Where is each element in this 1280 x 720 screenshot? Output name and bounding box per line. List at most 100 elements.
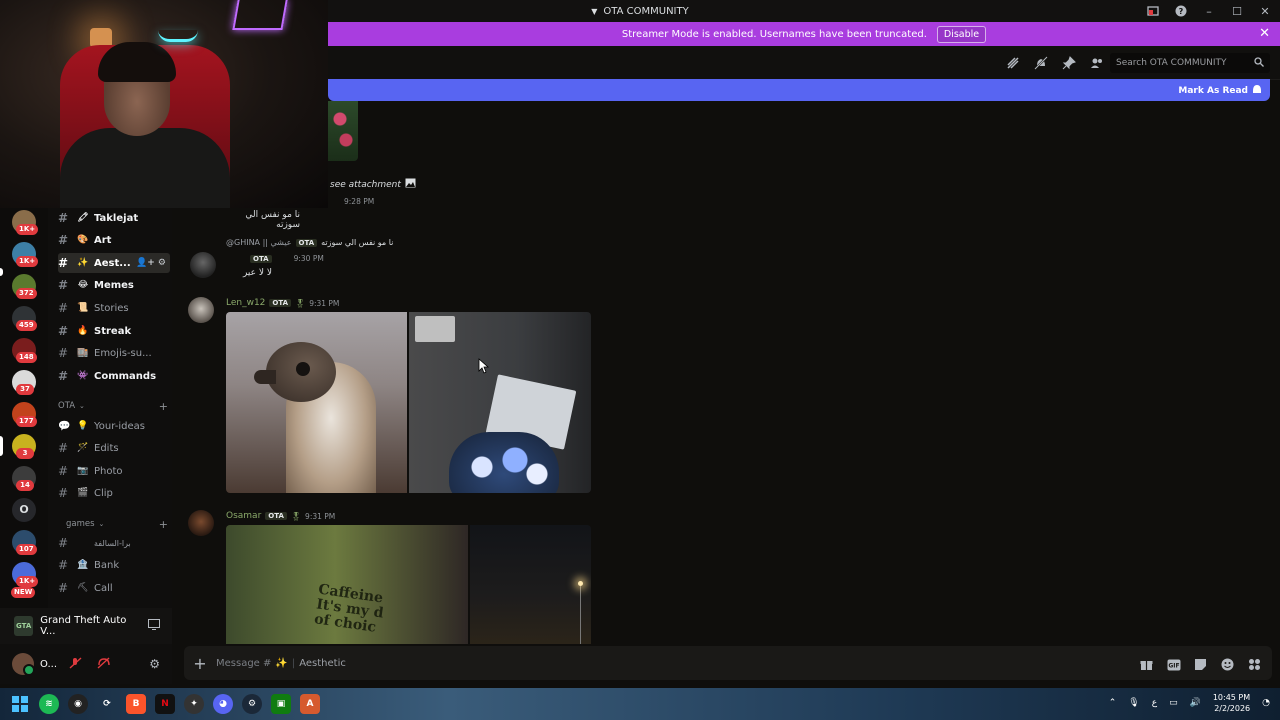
windows-start-icon[interactable] (10, 694, 30, 714)
inbox-icon[interactable] (1146, 4, 1160, 18)
chevron-up-icon[interactable]: ⌃ (1109, 698, 1117, 708)
falcon-image[interactable] (226, 312, 407, 493)
avatar[interactable] (190, 252, 216, 278)
screen-share-icon[interactable] (148, 619, 160, 633)
message-composer[interactable]: + Message # ✨ | Aesthetic GIF (184, 646, 1272, 680)
mention-badge: 14 (16, 480, 34, 491)
volume-icon[interactable]: 🔊 (1190, 698, 1201, 708)
member-list-icon[interactable] (1090, 55, 1104, 69)
user-settings-icon[interactable]: ⚙ (149, 657, 160, 671)
mic-muted-icon[interactable] (69, 656, 83, 672)
notification-muted-icon[interactable] (1034, 55, 1048, 70)
channel-call[interactable]: # ⛏ Call (58, 578, 170, 598)
channel-clip[interactable]: # 🎬 Clip (58, 483, 170, 503)
flowers-image[interactable] (409, 312, 591, 493)
emoji-icon[interactable] (1221, 656, 1235, 671)
channel-label: Bank (94, 559, 120, 571)
steelseries-icon[interactable]: ✦ (184, 694, 204, 714)
channel-aesthetic[interactable]: # ✨ Aest... 👤+ ⚙ (58, 253, 170, 273)
server-icon-letter[interactable]: O (12, 498, 36, 522)
search-placeholder: Search OTA COMMUNITY (1116, 58, 1227, 68)
language-indicator[interactable]: ع (1152, 698, 1157, 708)
streamer-mode-banner: Streamer Mode is enabled. Usernames have… (328, 22, 1280, 46)
apps-icon[interactable] (1248, 656, 1262, 670)
channel-art[interactable]: # 🎨 Art (58, 230, 170, 250)
chevron-down-icon: ▼ (591, 6, 598, 16)
message-text: نا مو نفس الي سوزته (245, 210, 300, 230)
clock[interactable]: 10:45 PM 2/2/2026 (1213, 692, 1250, 714)
add-channel-icon[interactable]: + (159, 518, 168, 531)
spotify-icon[interactable]: ≋ (39, 694, 59, 714)
channel-emoji: 🎨 (77, 235, 89, 245)
channel-streak[interactable]: # 🔥 Streak (58, 321, 170, 341)
gif-icon[interactable]: GIF (1167, 656, 1181, 671)
channel-taklejat[interactable]: # 🖍 Taklejat (58, 208, 170, 228)
mention-badge: 1K+ (16, 224, 39, 235)
mark-as-read-button[interactable]: Mark As Read (1178, 84, 1262, 97)
pin-icon[interactable] (1062, 55, 1076, 70)
channel-stories[interactable]: # 📜 Stories (58, 298, 170, 318)
sticker-icon[interactable] (1194, 656, 1208, 670)
channel-bara-alsalfa[interactable]: # برا-السالفة (58, 533, 170, 553)
category-ota[interactable]: OTA ⌄ + (58, 400, 168, 413)
search-input[interactable]: Search OTA COMMUNITY (1110, 53, 1270, 73)
discord-icon[interactable]: ◕ (213, 694, 233, 714)
night-street-image[interactable] (470, 525, 591, 644)
channel-emojis-suggestions[interactable]: # 🏬 Emojis-su... (58, 343, 170, 363)
channel-label: Art (94, 234, 112, 246)
network-icon[interactable]: ▭ (1169, 698, 1178, 708)
avatar[interactable] (188, 510, 214, 536)
brave-icon[interactable]: B (126, 694, 146, 714)
mark-as-read-label: Mark As Read (1178, 85, 1248, 96)
avatar[interactable] (188, 297, 214, 323)
coffee-cup-image[interactable]: Caffeine It's my d of choic (226, 525, 468, 644)
unread-pill (0, 268, 3, 276)
channel-your-ideas[interactable]: 💬 💡 Your-ideas (58, 416, 170, 436)
category-games[interactable]: games ⌄ + (58, 518, 168, 531)
close-banner-icon[interactable]: ✕ (1259, 26, 1270, 41)
threads-icon[interactable] (1006, 55, 1020, 69)
role-tag: OTA (265, 512, 287, 520)
username[interactable]: Len_w12 (226, 298, 265, 308)
timestamp: 9:31 PM (305, 511, 336, 521)
add-channel-icon[interactable]: + (159, 400, 168, 413)
obs-icon[interactable]: ◉ (68, 694, 88, 714)
deafen-icon[interactable] (97, 656, 111, 672)
webcam-overlay (0, 0, 328, 208)
channel-commands[interactable]: # 👾 Commands (58, 366, 170, 386)
steam-icon[interactable]: ⚙ (242, 694, 262, 714)
channel-list: # 🖍 Taklejat # 🎨 Art # ✨ Aest... 👤+ ⚙ # 😂 Memes #… (48, 208, 172, 608)
flower-image-thumb[interactable] (328, 101, 358, 161)
sync-icon[interactable]: ⟳ (97, 694, 117, 714)
new-messages-bar[interactable]: Mark As Read (328, 79, 1270, 101)
upload-plus-button[interactable]: + (184, 654, 216, 673)
mouse-cursor (478, 358, 490, 378)
message-author[interactable]: Osamar OTA 🎖 9:31 PM (226, 511, 335, 521)
xbox-icon[interactable]: ▣ (271, 694, 291, 714)
close-window-button[interactable]: ✕ (1258, 4, 1272, 18)
user-name[interactable]: O... (40, 659, 57, 670)
mention-badge: 107 (16, 544, 37, 555)
channel-edits[interactable]: # 🪄 Edits (58, 438, 170, 458)
mention-badge: 37 (16, 384, 34, 395)
gift-icon[interactable] (1140, 656, 1154, 670)
invite-settings-icons[interactable]: 👤+ ⚙ (136, 258, 166, 268)
channel-photo[interactable]: # 📷 Photo (58, 461, 170, 481)
help-icon[interactable]: ? (1174, 4, 1188, 18)
channel-bank[interactable]: # 🏦 Bank (58, 555, 170, 575)
selected-server-pill (0, 436, 3, 456)
office-icon[interactable]: A (300, 694, 320, 714)
reply-text: نا مو نفس الي سوزته (321, 238, 394, 247)
activity-panel[interactable]: GTA Grand Theft Auto V... (0, 608, 172, 644)
message-author[interactable]: Len_w12 OTA 🎖 9:31 PM (226, 298, 339, 308)
minimize-button[interactable]: – (1202, 4, 1216, 18)
mic-icon[interactable]: 🎙 (1128, 698, 1139, 708)
username[interactable]: Osamar (226, 511, 261, 521)
maximize-button[interactable]: ☐ (1230, 4, 1244, 18)
channel-memes[interactable]: # 😂 Memes (58, 275, 170, 295)
user-avatar[interactable] (12, 653, 35, 676)
netflix-icon[interactable]: N (155, 694, 175, 714)
notifications-icon[interactable]: ◔ (1262, 698, 1270, 708)
disable-streamer-button[interactable]: Disable (936, 25, 987, 43)
composer-placeholder[interactable]: Message # ✨ | Aesthetic (216, 658, 346, 669)
